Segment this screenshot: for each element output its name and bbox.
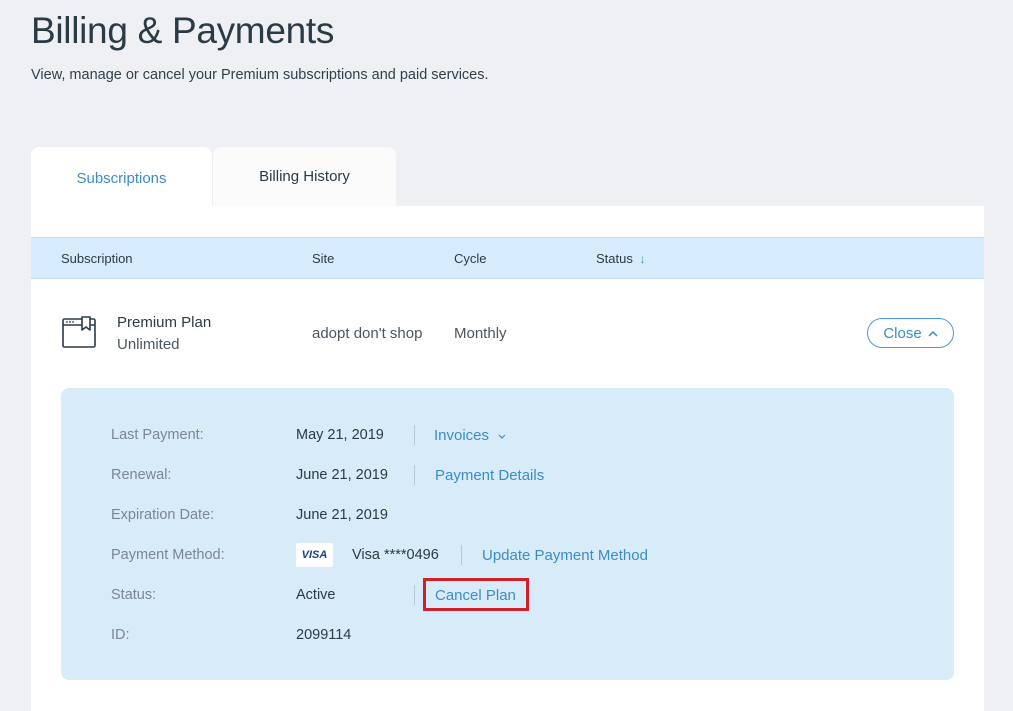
payment-details-link[interactable]: Payment Details bbox=[435, 467, 544, 484]
invoices-dropdown[interactable]: Invoices bbox=[434, 427, 507, 444]
expiration-date-label: Expiration Date: bbox=[111, 507, 215, 523]
invoices-label: Invoices bbox=[434, 427, 490, 444]
col-header-subscription[interactable]: Subscription bbox=[61, 251, 133, 266]
expiration-date-value: June 21, 2019 bbox=[296, 507, 388, 523]
last-payment-value: May 21, 2019 bbox=[296, 427, 384, 443]
divider bbox=[414, 425, 415, 445]
subscriptions-card: Subscription Site Cycle Status ↓ Premium… bbox=[31, 206, 984, 711]
cancel-plan-link[interactable]: Cancel Plan bbox=[435, 587, 516, 604]
col-header-cycle[interactable]: Cycle bbox=[454, 251, 487, 266]
col-header-status-label: Status bbox=[596, 251, 633, 266]
divider bbox=[414, 585, 415, 605]
renewal-value: June 21, 2019 bbox=[296, 467, 388, 483]
close-button-label: Close bbox=[883, 324, 922, 342]
divider bbox=[461, 545, 462, 565]
plan-name: Premium Plan bbox=[117, 314, 212, 331]
page-title: Billing & Payments bbox=[31, 10, 335, 51]
visa-card-icon: VISA bbox=[296, 543, 333, 567]
table-header: Subscription Site Cycle Status ↓ bbox=[31, 237, 984, 279]
sort-down-icon: ↓ bbox=[639, 252, 646, 266]
chevron-down-icon bbox=[498, 434, 506, 439]
card-value: Visa ****0496 bbox=[352, 547, 439, 563]
browser-bookmark-icon bbox=[62, 316, 96, 348]
payment-method-label: Payment Method: bbox=[111, 547, 225, 563]
col-header-status[interactable]: Status ↓ bbox=[596, 251, 645, 266]
last-payment-label: Last Payment: bbox=[111, 427, 204, 443]
id-label: ID: bbox=[111, 627, 130, 643]
close-details-button[interactable]: Close bbox=[867, 318, 954, 348]
tab-billing-history[interactable]: Billing History bbox=[213, 147, 396, 206]
renewal-label: Renewal: bbox=[111, 467, 172, 483]
billing-cycle: Monthly bbox=[454, 325, 507, 342]
site-name: adopt don't shop bbox=[312, 325, 423, 342]
status-label: Status: bbox=[111, 587, 157, 603]
chevron-up-icon bbox=[928, 330, 938, 337]
id-value: 2099114 bbox=[296, 627, 352, 643]
col-header-site[interactable]: Site bbox=[312, 251, 334, 266]
plan-tier: Unlimited bbox=[117, 336, 180, 353]
billing-page: Billing & Payments View, manage or cance… bbox=[0, 0, 1013, 711]
divider bbox=[414, 465, 415, 485]
subscription-details-panel: Last Payment: May 21, 2019 Invoices Rene… bbox=[61, 388, 954, 680]
update-payment-method-link[interactable]: Update Payment Method bbox=[482, 547, 648, 564]
status-value: Active bbox=[296, 587, 336, 603]
tab-subscriptions[interactable]: Subscriptions bbox=[31, 147, 212, 209]
page-subtitle: View, manage or cancel your Premium subs… bbox=[31, 67, 489, 83]
